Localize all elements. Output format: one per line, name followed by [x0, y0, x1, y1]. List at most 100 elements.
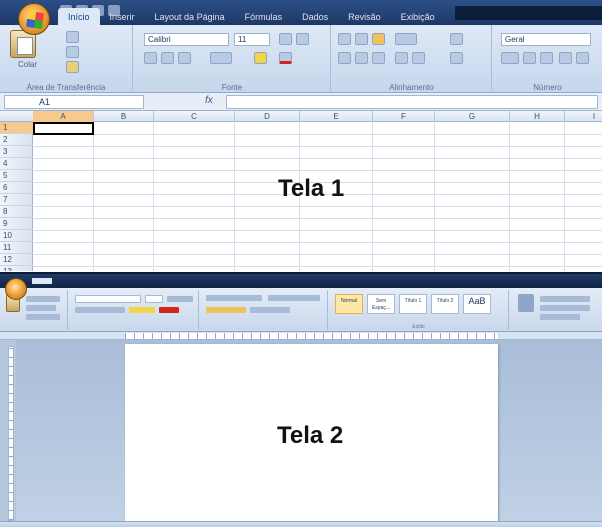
- style-no-spacing[interactable]: Sem Espaç...: [367, 294, 395, 314]
- word-copy-icon[interactable]: [26, 305, 56, 311]
- word-office-button[interactable]: [5, 278, 27, 300]
- replace-icon[interactable]: [540, 305, 590, 311]
- column-header[interactable]: H: [510, 111, 565, 122]
- bold-icon[interactable]: [144, 52, 157, 64]
- orientation-icon[interactable]: [395, 33, 417, 45]
- font-color-icon[interactable]: [279, 52, 292, 64]
- row-header[interactable]: 8: [0, 206, 33, 218]
- column-header[interactable]: A: [33, 111, 94, 122]
- grid-line-horizontal: [33, 146, 602, 147]
- word-tab-review[interactable]: [130, 278, 149, 284]
- grid-line-horizontal: [33, 206, 602, 207]
- word-align-icons[interactable]: [206, 307, 246, 313]
- decrease-indent-icon[interactable]: [395, 52, 408, 64]
- fill-color-icon[interactable]: [254, 52, 267, 64]
- alignment-group-label: Alinhamento: [389, 83, 434, 92]
- find-icon[interactable]: [540, 296, 590, 302]
- row-header[interactable]: 13: [0, 266, 33, 271]
- row-header[interactable]: 6: [0, 182, 33, 194]
- decrease-decimal-icon[interactable]: [576, 52, 589, 64]
- align-top-icon[interactable]: [338, 33, 351, 45]
- name-box[interactable]: A1: [4, 95, 144, 109]
- word-highlight-icon[interactable]: [129, 307, 155, 313]
- grid-line-vertical: [434, 122, 435, 271]
- tab-formulas[interactable]: Fórmulas: [235, 0, 293, 25]
- style-title[interactable]: AaB: [463, 294, 491, 314]
- column-header[interactable]: F: [373, 111, 435, 122]
- borders-icon[interactable]: [210, 52, 232, 64]
- align-right-icon[interactable]: [372, 52, 385, 64]
- underline-icon[interactable]: [178, 52, 191, 64]
- style-heading-2[interactable]: Título 2: [431, 294, 459, 314]
- formula-input[interactable]: [226, 95, 598, 109]
- word-tab-mailings[interactable]: [112, 278, 131, 284]
- merge-center-icon[interactable]: [450, 52, 463, 64]
- cut-icon[interactable]: [66, 31, 79, 43]
- tab-layout-da-pagina[interactable]: Layout da Página: [145, 0, 235, 25]
- copy-icon[interactable]: [66, 46, 79, 58]
- row-header[interactable]: 9: [0, 218, 33, 230]
- row-header[interactable]: 2: [0, 134, 33, 146]
- row-header[interactable]: 10: [0, 230, 33, 242]
- row-header[interactable]: 4: [0, 158, 33, 170]
- tab-revisao[interactable]: Revisão: [338, 0, 391, 25]
- insert-function-icon[interactable]: fx: [205, 95, 213, 106]
- tab-inserir[interactable]: Inserir: [100, 0, 145, 25]
- word-tab-layout[interactable]: [71, 278, 93, 284]
- format-painter-icon[interactable]: [66, 61, 79, 73]
- tab-exibicao[interactable]: Exibição: [391, 0, 445, 25]
- font-size-combo[interactable]: 11: [234, 33, 270, 46]
- wrap-text-icon[interactable]: [450, 33, 463, 45]
- select-icon[interactable]: [540, 314, 580, 320]
- style-normal[interactable]: Normal: [335, 294, 363, 314]
- word-spacing-icons[interactable]: [250, 307, 290, 313]
- row-header[interactable]: 5: [0, 170, 33, 182]
- grow-font-icon[interactable]: [279, 33, 292, 45]
- paste-button-label[interactable]: Colar: [18, 60, 37, 69]
- row-header[interactable]: 3: [0, 146, 33, 158]
- column-header[interactable]: I: [565, 111, 602, 122]
- word-tab-home[interactable]: [32, 278, 53, 284]
- row-header[interactable]: 11: [0, 242, 33, 254]
- word-bullets-icons[interactable]: [206, 295, 262, 301]
- word-tab-references[interactable]: [93, 278, 112, 284]
- office-button[interactable]: [18, 3, 50, 35]
- comma-style-icon[interactable]: [540, 52, 553, 64]
- clipboard-group-label: Área de Transferência: [26, 83, 106, 92]
- align-left-icon[interactable]: [338, 52, 351, 64]
- font-name-combo[interactable]: Calibri: [144, 33, 229, 46]
- word-font-name-combo[interactable]: [75, 295, 141, 303]
- align-bottom-icon[interactable]: [372, 33, 385, 45]
- column-header[interactable]: E: [300, 111, 373, 122]
- change-styles-icon[interactable]: [518, 294, 534, 312]
- row-header[interactable]: 12: [0, 254, 33, 266]
- percent-icon[interactable]: [523, 52, 536, 64]
- style-heading-1[interactable]: Título 1: [399, 294, 427, 314]
- word-bold-italic-underline-icons[interactable]: [75, 307, 125, 313]
- word-cut-icon[interactable]: [26, 296, 60, 302]
- word-font-color-icon[interactable]: [159, 307, 179, 313]
- active-cell-a1[interactable]: [33, 122, 94, 135]
- increase-decimal-icon[interactable]: [559, 52, 572, 64]
- currency-icon[interactable]: [501, 52, 519, 64]
- tab-inicio[interactable]: Início: [58, 8, 100, 25]
- word-font-group: [69, 290, 199, 330]
- word-sort-icons[interactable]: [268, 295, 320, 301]
- row-header[interactable]: 7: [0, 194, 33, 206]
- column-header[interactable]: G: [435, 111, 510, 122]
- row-header[interactable]: 1: [0, 122, 33, 134]
- tab-dados[interactable]: Dados: [292, 0, 338, 25]
- column-header[interactable]: C: [154, 111, 235, 122]
- number-format-combo[interactable]: Geral: [501, 33, 591, 46]
- align-middle-icon[interactable]: [355, 33, 368, 45]
- column-header[interactable]: B: [94, 111, 154, 122]
- word-tab-insert[interactable]: [52, 278, 71, 284]
- shrink-font-icon[interactable]: [296, 33, 309, 45]
- column-header[interactable]: D: [235, 111, 300, 122]
- word-grow-shrink-icons[interactable]: [167, 296, 193, 302]
- increase-indent-icon[interactable]: [412, 52, 425, 64]
- word-font-size-combo[interactable]: [145, 295, 163, 303]
- align-center-icon[interactable]: [355, 52, 368, 64]
- italic-icon[interactable]: [161, 52, 174, 64]
- word-format-painter-icon[interactable]: [26, 314, 60, 320]
